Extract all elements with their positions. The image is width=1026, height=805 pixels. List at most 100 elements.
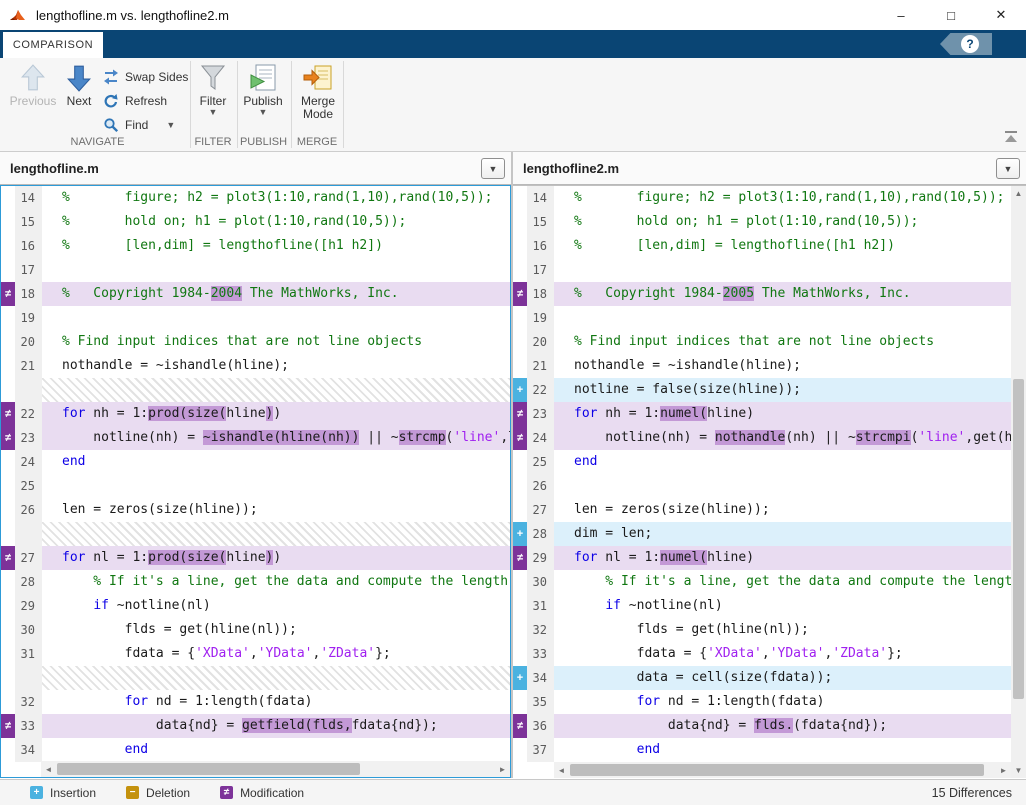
code-line[interactable]: ≠23 notline(nh) = ~ishandle(hline(nh)) |… <box>1 426 510 450</box>
code-line[interactable]: 15% hold on; h1 = plot(1:10,rand(10,5)); <box>1 210 510 234</box>
marker-empty <box>513 210 527 234</box>
scroll-right-arrow[interactable]: ► <box>996 762 1011 778</box>
code-line[interactable]: 31 fdata = {'XData','YData','ZData'}; <box>1 642 510 666</box>
code-line[interactable]: ≠18% Copyright 1984-2005 The MathWorks, … <box>513 282 1011 306</box>
help-button[interactable]: ? <box>940 33 992 55</box>
code-line[interactable]: 21nothandle = ~ishandle(hline); <box>513 354 1011 378</box>
code-line[interactable]: ≠33 data{nd} = getfield(flds,fdata{nd}); <box>1 714 510 738</box>
scroll-down-arrow[interactable]: ▼ <box>1011 763 1026 778</box>
code-line[interactable]: 15% hold on; h1 = plot(1:10,rand(10,5)); <box>513 210 1011 234</box>
line-number: 27 <box>15 546 42 570</box>
code-line[interactable]: ≠23for nh = 1:numel(hline) <box>513 402 1011 426</box>
code-line[interactable]: 29 if ~notline(nl) <box>1 594 510 618</box>
find-button[interactable]: Find ▼ <box>103 114 175 136</box>
left-hscroll-thumb[interactable] <box>57 763 360 775</box>
code-line[interactable]: ≠18% Copyright 1984-2004 The MathWorks, … <box>1 282 510 306</box>
code-line[interactable] <box>1 378 510 402</box>
vscroll-thumb[interactable] <box>1013 379 1024 699</box>
find-dropdown-caret[interactable]: ▼ <box>166 121 175 129</box>
line-number: 21 <box>15 354 42 378</box>
code-text: % Copyright 1984-2004 The MathWorks, Inc… <box>42 282 510 306</box>
line-number: 31 <box>15 642 42 666</box>
marker-empty <box>513 642 527 666</box>
right-vertical-scrollbar[interactable]: ▲ ▼ <box>1011 186 1026 778</box>
swap-sides-button[interactable]: Swap Sides <box>103 66 188 88</box>
code-line[interactable]: 25 <box>1 474 510 498</box>
line-number: 31 <box>527 594 554 618</box>
code-line[interactable]: ≠36 data{nd} = flds.(fdata{nd}); <box>513 714 1011 738</box>
code-text <box>42 474 510 498</box>
code-line[interactable]: 34 end <box>1 738 510 762</box>
right-hscroll-thumb[interactable] <box>570 764 984 776</box>
scroll-up-arrow[interactable]: ▲ <box>1011 186 1026 201</box>
line-number: 23 <box>527 402 554 426</box>
code-line[interactable]: ≠22for nh = 1:prod(size(hline)) <box>1 402 510 426</box>
line-number: 28 <box>527 522 554 546</box>
code-text: end <box>554 738 1011 762</box>
publish-dropdown-caret[interactable]: ▼ <box>259 108 268 116</box>
code-line[interactable]: +34 data = cell(size(fdata)); <box>513 666 1011 690</box>
marker-empty <box>1 666 15 690</box>
code-line[interactable]: ≠24 notline(nh) = nothandle(nh) || ~strc… <box>513 426 1011 450</box>
refresh-button[interactable]: Refresh <box>103 90 167 112</box>
code-line[interactable]: 26 <box>513 474 1011 498</box>
code-line[interactable]: 16% [len,dim] = lengthofline([h1 h2]) <box>1 234 510 258</box>
code-line[interactable]: 20% Find input indices that are not line… <box>513 330 1011 354</box>
filter-dropdown-caret[interactable]: ▼ <box>209 108 218 116</box>
code-line[interactable] <box>1 666 510 690</box>
code-line[interactable]: 27len = zeros(size(hline)); <box>513 498 1011 522</box>
code-text: % Find input indices that are not line o… <box>554 330 1011 354</box>
scroll-right-arrow[interactable]: ► <box>495 761 510 777</box>
code-text <box>554 258 1011 282</box>
code-line[interactable]: 16% [len,dim] = lengthofline([h1 h2]) <box>513 234 1011 258</box>
left-horizontal-scrollbar[interactable]: ◄ ► <box>41 761 510 777</box>
code-line[interactable]: 20% Find input indices that are not line… <box>1 330 510 354</box>
minimize-button[interactable]: – <box>876 0 926 30</box>
code-line[interactable]: ≠29for nl = 1:numel(hline) <box>513 546 1011 570</box>
code-line[interactable]: 21nothandle = ~ishandle(hline); <box>1 354 510 378</box>
code-line[interactable]: 17 <box>513 258 1011 282</box>
close-button[interactable]: ✕ <box>976 0 1026 30</box>
code-line[interactable]: 19 <box>1 306 510 330</box>
code-line[interactable]: 26len = zeros(size(hline)); <box>1 498 510 522</box>
next-button[interactable]: Next <box>62 64 96 108</box>
code-line[interactable]: 30 % If it's a line, get the data and co… <box>513 570 1011 594</box>
scroll-left-arrow[interactable]: ◄ <box>41 761 56 777</box>
window-title: lengthofline.m vs. lengthofline2.m <box>36 8 229 23</box>
code-line[interactable]: 30 flds = get(hline(nl)); <box>1 618 510 642</box>
code-line[interactable]: ≠27for nl = 1:prod(size(hline)) <box>1 546 510 570</box>
refresh-icon <box>103 93 119 109</box>
filter-funnel-icon <box>199 64 227 92</box>
publish-button[interactable]: Publish ▼ <box>240 64 286 116</box>
code-line[interactable]: 24end <box>1 450 510 474</box>
previous-button[interactable]: Previous <box>8 64 58 108</box>
code-line[interactable]: 14% figure; h2 = plot3(1:10,rand(1,10),r… <box>513 186 1011 210</box>
code-line[interactable]: 17 <box>1 258 510 282</box>
right-horizontal-scrollbar[interactable]: ◄ ► <box>554 762 1011 778</box>
filter-button[interactable]: Filter ▼ <box>196 64 230 116</box>
code-line[interactable]: 31 if ~notline(nl) <box>513 594 1011 618</box>
maximize-button[interactable]: □ <box>926 0 976 30</box>
collapse-toolbar-button[interactable] <box>1002 129 1020 145</box>
code-line[interactable]: 25end <box>513 450 1011 474</box>
legend-item-insertion: +Insertion <box>30 786 96 800</box>
left-file-dropdown-button[interactable]: ▼ <box>481 158 505 179</box>
left-code-lines: 14% figure; h2 = plot3(1:10,rand(1,10),r… <box>1 186 510 762</box>
scroll-left-arrow[interactable]: ◄ <box>554 762 569 778</box>
code-line[interactable]: +28dim = len; <box>513 522 1011 546</box>
code-line[interactable]: 35 for nd = 1:length(fdata) <box>513 690 1011 714</box>
merge-mode-button[interactable]: Merge Mode <box>295 64 341 121</box>
code-line[interactable]: 33 fdata = {'XData','YData','ZData'}; <box>513 642 1011 666</box>
code-line[interactable]: 28 % If it's a line, get the data and co… <box>1 570 510 594</box>
tab-comparison[interactable]: COMPARISON <box>3 32 103 58</box>
code-line[interactable]: 32 for nd = 1:length(fdata) <box>1 690 510 714</box>
code-line[interactable] <box>1 522 510 546</box>
code-text: nothandle = ~ishandle(hline); <box>554 354 1011 378</box>
code-line[interactable]: 37 end <box>513 738 1011 762</box>
line-number: 27 <box>527 498 554 522</box>
code-line[interactable]: 32 flds = get(hline(nl)); <box>513 618 1011 642</box>
code-line[interactable]: 19 <box>513 306 1011 330</box>
code-line[interactable]: +22notline = false(size(hline)); <box>513 378 1011 402</box>
right-file-dropdown-button[interactable]: ▼ <box>996 158 1020 179</box>
code-line[interactable]: 14% figure; h2 = plot3(1:10,rand(1,10),r… <box>1 186 510 210</box>
